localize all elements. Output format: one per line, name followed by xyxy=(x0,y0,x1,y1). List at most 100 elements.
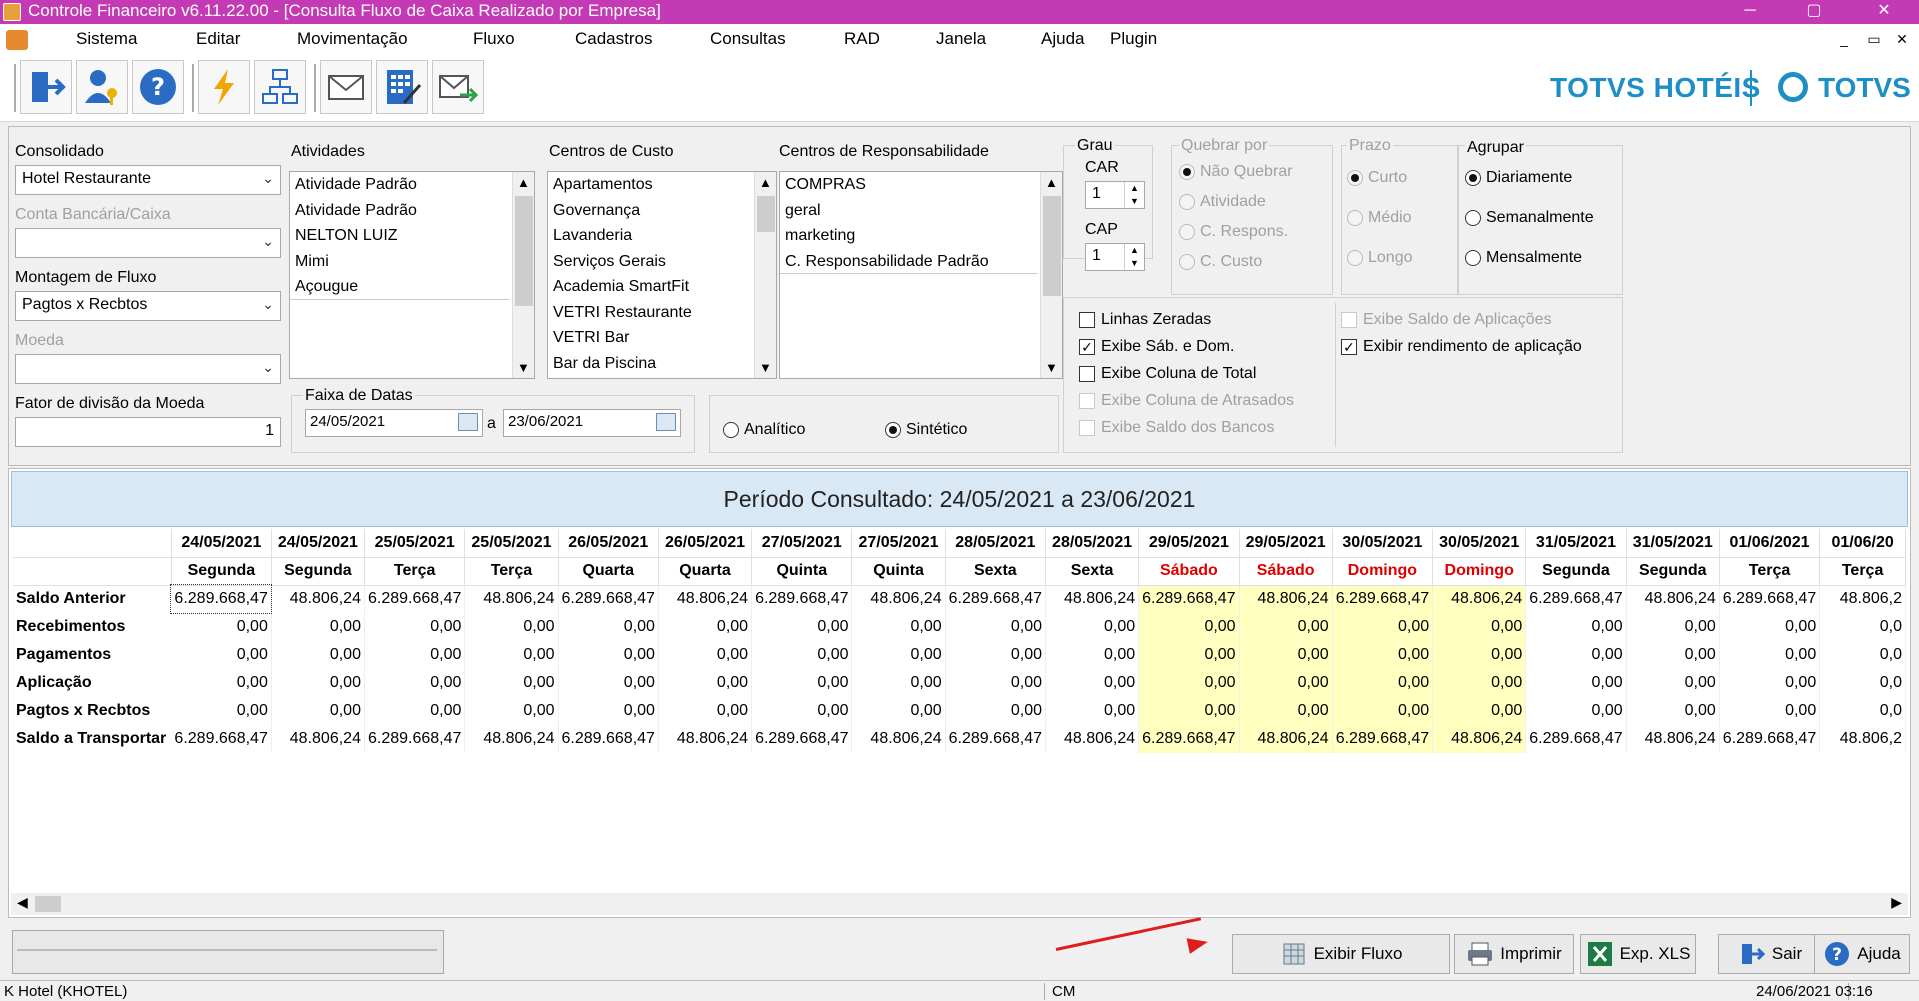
exibe-saldo-aplicacoes-checkbox[interactable]: Exibe Saldo de Aplicações xyxy=(1341,311,1552,329)
exp-xls-button[interactable]: Exp. XLS xyxy=(1580,934,1696,974)
grid-cell[interactable]: 0,00 xyxy=(1432,641,1527,669)
grid-cell[interactable]: 48.806,24 xyxy=(271,585,365,613)
list-item[interactable]: COMPRAS xyxy=(780,172,1062,198)
grid-cell[interactable]: 48.806,24 xyxy=(851,725,946,753)
menu-sistema[interactable]: Sistema xyxy=(76,29,137,49)
grid-cell[interactable]: 48.806,24 xyxy=(1626,725,1720,753)
date-from-input[interactable]: 24/05/2021 xyxy=(305,409,483,437)
grid-cell[interactable]: 0,00 xyxy=(1626,613,1720,641)
conta-select[interactable]: ⌄ xyxy=(15,228,281,258)
list-item[interactable]: C. Responsabilidade Padrão xyxy=(780,249,1038,274)
grid-cell[interactable]: 6.289.668,47 xyxy=(1138,585,1240,613)
grid-cell[interactable]: 0,00 xyxy=(1138,697,1240,725)
menu-consultas[interactable]: Consultas xyxy=(710,29,786,49)
grid-cell[interactable]: 48.806,24 xyxy=(271,725,365,753)
grid-cell[interactable]: 0,00 xyxy=(658,669,753,697)
centros-custo-scrollbar[interactable]: ▲ ▼ xyxy=(754,172,776,378)
grid-cell[interactable]: 0,00 xyxy=(658,697,753,725)
grid-cell[interactable]: 0,00 xyxy=(1332,641,1434,669)
grid-cell[interactable]: 0,00 xyxy=(658,613,753,641)
mensalmente-radio[interactable]: Mensalmente xyxy=(1465,249,1582,267)
menu-editar[interactable]: Editar xyxy=(196,29,240,49)
grid-cell[interactable]: 48.806,24 xyxy=(1432,725,1527,753)
analitico-radio[interactable]: Analítico xyxy=(723,421,805,439)
list-item[interactable]: Açougue xyxy=(290,274,510,300)
grid-cell[interactable]: 6.289.668,47 xyxy=(1719,725,1821,753)
grid-cell[interactable]: 48.806,24 xyxy=(658,725,753,753)
grid-cell[interactable]: 0,00 xyxy=(1239,669,1333,697)
scroll-down-icon[interactable]: ▼ xyxy=(1045,360,1058,375)
grid-cell[interactable]: 0,00 xyxy=(751,669,853,697)
grid-cell[interactable]: 0,00 xyxy=(364,697,466,725)
table-row[interactable]: Saldo Anterior 6.289.668,47 48.806,24 6.289… xyxy=(13,584,1906,614)
scroll-up-icon[interactable]: ▲ xyxy=(759,175,772,190)
grid-cell[interactable]: 0,00 xyxy=(271,613,365,641)
menu-movimentacao[interactable]: Movimentação xyxy=(297,29,408,49)
medio-radio[interactable]: Médio xyxy=(1347,209,1412,227)
list-item[interactable]: Lavanderia xyxy=(548,223,776,249)
grid-cell[interactable]: 0,0 xyxy=(1819,613,1906,641)
car-spinner[interactable]: 1 ▲ ▼ xyxy=(1085,181,1145,209)
grid-cell[interactable]: 6.289.668,47 xyxy=(1332,585,1434,613)
grid-cell[interactable]: 6.289.668,47 xyxy=(170,584,273,614)
table-row[interactable]: Pagtos x Recbtos 0,00 0,00 0,00 0,00 0,00 0,00… xyxy=(13,697,1906,725)
grid-cell[interactable]: 0,00 xyxy=(945,697,1047,725)
scroll-thumb[interactable] xyxy=(757,196,775,232)
ajuda-button[interactable]: ? Ajuda xyxy=(1814,934,1910,974)
menu-janela[interactable]: Janela xyxy=(936,29,986,49)
centros-resp-scrollbar[interactable]: ▲ ▼ xyxy=(1040,172,1062,378)
grid-cell[interactable]: 0,00 xyxy=(1626,697,1720,725)
c-custo-radio[interactable]: C. Custo xyxy=(1179,253,1262,271)
grid-cell[interactable]: 6.289.668,47 xyxy=(1332,725,1434,753)
grid-cell[interactable]: 6.289.668,47 xyxy=(751,585,853,613)
grid-cell[interactable]: 48.806,24 xyxy=(1626,585,1720,613)
grid-cell[interactable]: 0,0 xyxy=(1819,641,1906,669)
table-row[interactable]: Saldo a Transportar 6.289.668,47 48.806,24… xyxy=(13,725,1906,753)
grid-cell[interactable]: 0,00 xyxy=(1626,641,1720,669)
list-item[interactable]: marketing xyxy=(780,223,1062,249)
grid-cell[interactable]: 6.289.668,47 xyxy=(945,585,1047,613)
semanalmente-radio[interactable]: Semanalmente xyxy=(1465,209,1594,227)
grid-cell[interactable]: 0,00 xyxy=(1239,641,1333,669)
date-to-input[interactable]: 23/06/2021 xyxy=(503,409,681,437)
list-item[interactable]: Apartamentos xyxy=(548,172,776,198)
grid-cell[interactable]: 48.806,24 xyxy=(658,585,753,613)
grid-cell[interactable]: 0,00 xyxy=(851,613,946,641)
grid-cell[interactable]: 0,00 xyxy=(1432,697,1527,725)
sair-button[interactable]: Sair xyxy=(1718,934,1822,974)
grid-cell[interactable]: 0,00 xyxy=(1332,669,1434,697)
calendar-icon[interactable] xyxy=(458,413,478,431)
minimize-button[interactable]: ─ xyxy=(1722,0,1778,24)
grid-cell[interactable]: 0,00 xyxy=(1138,613,1240,641)
grid-cell[interactable]: 0,00 xyxy=(364,641,466,669)
grid-cell[interactable]: 0,00 xyxy=(1525,641,1627,669)
grid-cell[interactable]: 48.806,24 xyxy=(1239,725,1333,753)
grid-cell[interactable]: 0,00 xyxy=(851,669,946,697)
grid-cell[interactable]: 0,00 xyxy=(271,669,365,697)
list-item[interactable]: Mimi xyxy=(290,249,534,275)
grid-cell[interactable]: 0,0 xyxy=(1819,669,1906,697)
grid-cell[interactable]: 0,00 xyxy=(364,613,466,641)
calculator-button[interactable] xyxy=(376,60,428,114)
org-chart-button[interactable] xyxy=(254,60,306,114)
mdi-minimize-button[interactable]: _ xyxy=(1832,31,1856,47)
grid-cell[interactable]: 0,00 xyxy=(1045,641,1140,669)
list-item[interactable]: Academia SmartFit xyxy=(548,274,776,300)
scroll-thumb[interactable] xyxy=(35,896,61,912)
grid-cell[interactable]: 6.289.668,47 xyxy=(558,725,659,753)
grid-cell[interactable]: 0,00 xyxy=(1719,641,1821,669)
menu-ajuda[interactable]: Ajuda xyxy=(1041,29,1084,49)
atividades-list[interactable]: Atividade Padrão Atividade Padrão NELTON… xyxy=(289,171,535,379)
exibe-sab-dom-checkbox[interactable]: ✓ Exibe Sáb. e Dom. xyxy=(1079,338,1234,356)
lightning-button[interactable] xyxy=(198,60,250,114)
grid-cell[interactable]: 0,00 xyxy=(364,669,466,697)
scroll-down-icon[interactable]: ▼ xyxy=(759,360,772,375)
grid-cell[interactable]: 0,00 xyxy=(1525,697,1627,725)
grid-cell[interactable]: 0,00 xyxy=(658,641,753,669)
exit-app-button[interactable] xyxy=(20,60,72,114)
list-item[interactable]: Serviços Gerais xyxy=(548,249,776,275)
diariamente-radio[interactable]: Diariamente xyxy=(1465,169,1572,187)
grid-cell[interactable]: 0,00 xyxy=(558,669,659,697)
user-key-button[interactable] xyxy=(76,60,128,114)
grid-cell[interactable]: 0,00 xyxy=(171,697,272,725)
